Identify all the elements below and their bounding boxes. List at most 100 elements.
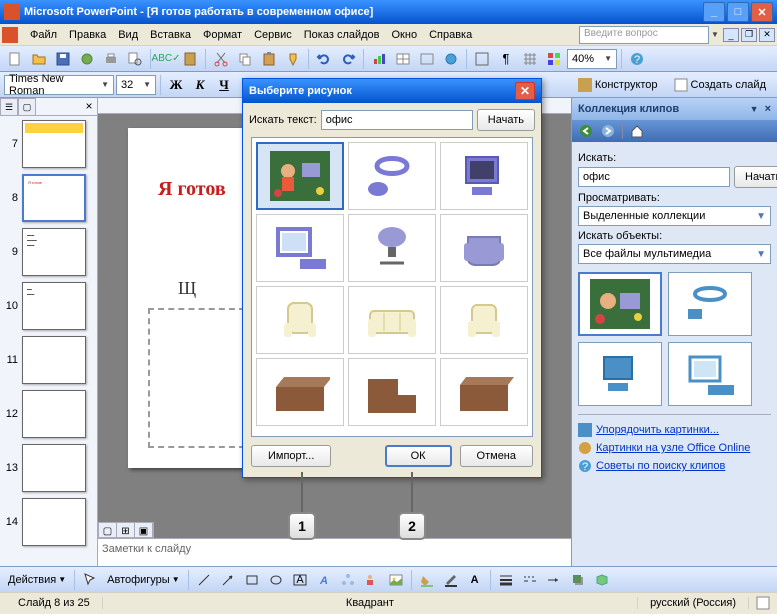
tab-slides[interactable]: ▢ bbox=[18, 98, 36, 116]
dlg-clip-chair-2[interactable] bbox=[440, 286, 528, 354]
expand-icon[interactable] bbox=[471, 48, 493, 70]
dlg-clip-sofa[interactable] bbox=[348, 286, 436, 354]
arrow-icon[interactable] bbox=[217, 569, 239, 591]
cut-icon[interactable] bbox=[210, 48, 232, 70]
tables-borders-icon[interactable] bbox=[416, 48, 438, 70]
sorter-view-icon[interactable]: ⊞ bbox=[117, 523, 135, 539]
menu-tools[interactable]: Сервис bbox=[248, 27, 298, 43]
thumb-11[interactable]: 11 bbox=[4, 336, 93, 384]
dialog-close-button[interactable]: ✕ bbox=[515, 82, 535, 100]
line-color-icon[interactable] bbox=[440, 569, 462, 591]
dlg-clip-armchair[interactable] bbox=[440, 214, 528, 282]
normal-view-icon[interactable]: ▢ bbox=[99, 523, 117, 539]
dlg-clip-office-chair[interactable] bbox=[348, 214, 436, 282]
tp-search-button[interactable]: Начать bbox=[734, 166, 777, 188]
table-icon[interactable] bbox=[392, 48, 414, 70]
help-search-box[interactable]: Введите вопрос bbox=[579, 26, 709, 44]
copy-icon[interactable] bbox=[234, 48, 256, 70]
autoshapes-menu[interactable]: Автофигуры ▼ bbox=[103, 572, 184, 588]
insert-picture-icon[interactable] bbox=[385, 569, 407, 591]
textbox-icon[interactable]: A bbox=[289, 569, 311, 591]
nav-back-icon[interactable] bbox=[576, 122, 596, 140]
wordart-icon[interactable]: A bbox=[313, 569, 335, 591]
dlg-clip-person-computer[interactable] bbox=[256, 142, 344, 210]
tp-browse-select[interactable]: Выделенные коллекции▼ bbox=[578, 206, 771, 226]
thumbnails-list[interactable]: 7 8Я готов 9━━━━━━━━━━ 10━━━━━ 11 12 13 … bbox=[0, 116, 97, 566]
thumb-10[interactable]: 10━━━━━ bbox=[4, 282, 93, 330]
dialog-search-button[interactable]: Начать bbox=[477, 109, 535, 131]
tp-clip-1[interactable] bbox=[578, 272, 662, 336]
italic-button[interactable]: К bbox=[189, 74, 211, 96]
notes-pane[interactable]: Заметки к слайду bbox=[98, 538, 571, 566]
menu-format[interactable]: Формат bbox=[197, 27, 248, 43]
dlg-clip-mouse[interactable] bbox=[348, 142, 436, 210]
hyperlink-icon[interactable] bbox=[440, 48, 462, 70]
shadow-icon[interactable] bbox=[567, 569, 589, 591]
diagram-icon[interactable] bbox=[337, 569, 359, 591]
font-name-combobox[interactable]: Times New Roman▼ bbox=[4, 75, 114, 95]
dlg-clip-lcd-monitor[interactable] bbox=[256, 214, 344, 282]
actions-menu[interactable]: Действия ▼ bbox=[4, 572, 70, 588]
thumb-13[interactable]: 13 bbox=[4, 444, 93, 492]
clipart-icon[interactable] bbox=[361, 569, 383, 591]
dialog-clips-grid[interactable] bbox=[251, 137, 533, 437]
menu-slideshow[interactable]: Показ слайдов bbox=[298, 27, 386, 43]
dlg-clip-chair-1[interactable] bbox=[256, 286, 344, 354]
tp-clip-3[interactable] bbox=[578, 342, 662, 406]
dialog-search-input[interactable] bbox=[321, 110, 473, 130]
minimize-button[interactable]: _ bbox=[703, 2, 725, 22]
slide-title-text[interactable]: Я готов bbox=[158, 178, 226, 201]
font-size-combobox[interactable]: 32▼ bbox=[116, 75, 156, 95]
taskpane-menu-arrow[interactable]: ▼ bbox=[750, 104, 759, 114]
slideshow-view-icon[interactable]: ▣ bbox=[135, 523, 153, 539]
doc-minimize[interactable]: _ bbox=[723, 28, 739, 42]
tp-objects-select[interactable]: Все файлы мультимедиа▼ bbox=[578, 244, 771, 264]
menu-window[interactable]: Окно bbox=[386, 27, 424, 43]
help-dropdown-arrow[interactable]: ▼ bbox=[709, 30, 721, 39]
menu-view[interactable]: Вид bbox=[112, 27, 144, 43]
research-icon[interactable] bbox=[179, 48, 201, 70]
show-formatting-icon[interactable]: ¶ bbox=[495, 48, 517, 70]
3d-icon[interactable] bbox=[591, 569, 613, 591]
slides-panel-close[interactable]: × bbox=[81, 98, 97, 114]
slide-content-text[interactable]: Щ bbox=[178, 278, 196, 299]
underline-button[interactable]: Ч bbox=[213, 74, 235, 96]
tp-search-input[interactable] bbox=[578, 167, 730, 187]
nav-home-icon[interactable] bbox=[627, 122, 647, 140]
tp-link-office-online[interactable]: Картинки на узле Office Online bbox=[578, 439, 771, 457]
thumb-12[interactable]: 12 bbox=[4, 390, 93, 438]
select-arrow-icon[interactable] bbox=[79, 569, 101, 591]
close-button[interactable]: ✕ bbox=[751, 2, 773, 22]
rectangle-icon[interactable] bbox=[241, 569, 263, 591]
spellcheck-icon[interactable]: ABC✓ bbox=[155, 48, 177, 70]
chart-icon[interactable] bbox=[368, 48, 390, 70]
thumb-8[interactable]: 8Я готов bbox=[4, 174, 93, 222]
tp-clip-2[interactable] bbox=[668, 272, 752, 336]
line-style-icon[interactable] bbox=[495, 569, 517, 591]
taskpane-close-icon[interactable]: × bbox=[765, 103, 771, 115]
line-icon[interactable] bbox=[193, 569, 215, 591]
tab-outline[interactable]: ☰ bbox=[0, 98, 18, 116]
fill-color-icon[interactable] bbox=[416, 569, 438, 591]
thumb-14[interactable]: 14 bbox=[4, 498, 93, 546]
thumb-7[interactable]: 7 bbox=[4, 120, 93, 168]
save-icon[interactable] bbox=[52, 48, 74, 70]
status-language[interactable]: русский (Россия) bbox=[638, 597, 749, 609]
dlg-clip-desk-l[interactable] bbox=[348, 358, 436, 426]
bold-button[interactable]: Ж bbox=[165, 74, 187, 96]
undo-icon[interactable] bbox=[313, 48, 335, 70]
dialog-ok-button[interactable]: OК bbox=[385, 445, 452, 467]
oval-icon[interactable] bbox=[265, 569, 287, 591]
dlg-clip-crt-monitor[interactable] bbox=[440, 142, 528, 210]
redo-icon[interactable] bbox=[337, 48, 359, 70]
maximize-button[interactable]: □ bbox=[727, 2, 749, 22]
menu-insert[interactable]: Вставка bbox=[144, 27, 197, 43]
tp-clip-4[interactable] bbox=[668, 342, 752, 406]
grid-icon[interactable] bbox=[519, 48, 541, 70]
dialog-cancel-button[interactable]: Отмена bbox=[460, 445, 533, 467]
menu-file[interactable]: Файл bbox=[24, 27, 63, 43]
zoom-combobox[interactable]: 40%▼ bbox=[567, 49, 617, 69]
doc-close[interactable]: ✕ bbox=[759, 28, 775, 42]
designer-button[interactable]: Конструктор bbox=[571, 74, 665, 96]
permission-icon[interactable] bbox=[76, 48, 98, 70]
